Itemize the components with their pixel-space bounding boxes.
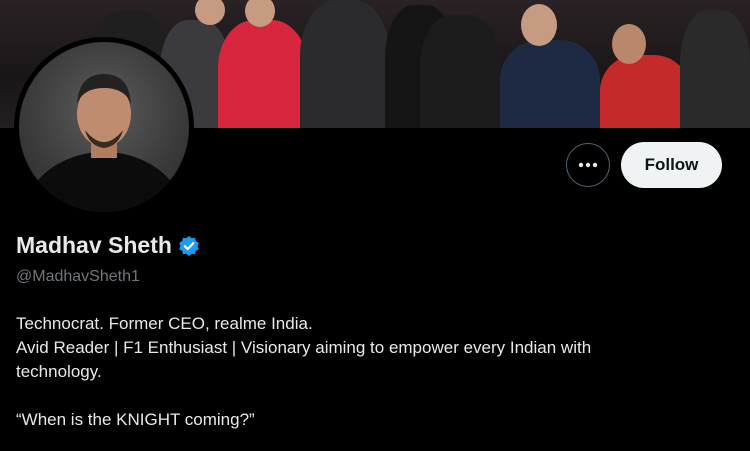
bio-line: Technocrat. Former CEO, realme India. <box>16 314 313 333</box>
bio-line: Avid Reader | F1 Enthusiast | Visionary … <box>16 338 592 357</box>
follow-button[interactable]: Follow <box>621 142 722 188</box>
avatar-frame <box>14 37 194 217</box>
profile-handle: @MadhavSheth1 <box>16 268 140 285</box>
avatar-portrait-icon <box>24 74 184 212</box>
profile-bio: Technocrat. Former CEO, realme India. Av… <box>16 312 716 432</box>
profile-name-row: Madhav Sheth <box>16 232 200 259</box>
bio-quote: “When is the KNIGHT coming?” <box>16 410 255 429</box>
more-options-button[interactable] <box>566 143 610 187</box>
avatar[interactable] <box>19 42 189 212</box>
verified-badge-icon[interactable] <box>178 235 200 257</box>
bio-spacer <box>16 384 716 408</box>
display-name: Madhav Sheth <box>16 232 172 258</box>
more-horizontal-icon <box>578 162 598 168</box>
bio-line: technology. <box>16 362 102 381</box>
